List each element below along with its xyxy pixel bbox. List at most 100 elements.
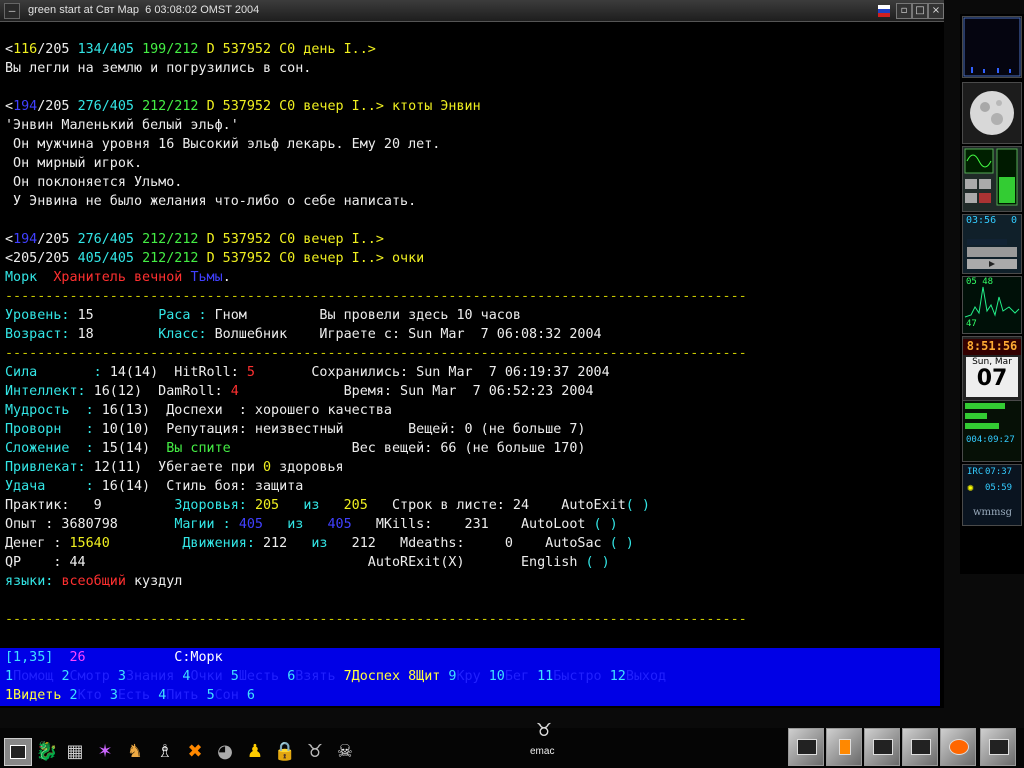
statusbar-text: 26: [53, 650, 86, 665]
terminal-text: D 537952 С0 вечер I..>: [206, 99, 392, 114]
terminal-text: Вы спите: [166, 441, 231, 456]
terminal-text: 134/405: [77, 42, 143, 57]
terminal-text: D 537952 С0 вечер I..>: [206, 251, 392, 266]
terminal-text: ----------------------------------------…: [5, 289, 747, 304]
window-titlebar[interactable]: – green start at Свт Мар 6 03:08:02 OMST…: [0, 0, 944, 22]
statusbar-text: 5: [230, 669, 239, 684]
statusbar-text: Пить: [166, 688, 207, 703]
terminal-line: ----------------------------------------…: [5, 610, 944, 629]
statusbar-text: Кто: [77, 688, 110, 703]
terminal-text: QP : 44 AutoRExit(X) English: [5, 555, 578, 570]
terminal-text: ( ): [625, 498, 650, 513]
terminal-text: Сила :: [5, 365, 110, 380]
terminal-text: ктоты Энвин: [392, 99, 481, 114]
statusbar-text: 3: [117, 669, 126, 684]
desktop-tile-6[interactable]: [980, 728, 1016, 766]
terminal-text: 14(14) HitRoll:: [109, 365, 247, 380]
calculator-icon[interactable]: ▦: [62, 738, 88, 764]
terminal-text: Практик: 9: [5, 498, 175, 513]
terminal-text: 116: [13, 42, 38, 57]
terminal-line: Проворн : 10(10) Репутация: неизвестный …: [5, 420, 944, 439]
terminal-text: Хранитель вечной: [53, 270, 191, 285]
dock-network-monitor[interactable]: 05 48 47: [962, 276, 1022, 334]
keyboard-layout-flag-icon[interactable]: [878, 5, 890, 17]
terminal-line: Привлекат: 12(11) Убегаете при 0 здоровь…: [5, 458, 944, 477]
statusbar-text: [1,35]: [5, 650, 54, 665]
terminal-text: 5: [246, 365, 255, 380]
window-menu-button[interactable]: –: [4, 3, 20, 19]
dock: 03:56 0 05 48 47 8:51:56 Sun, Mar 07 004…: [960, 14, 1024, 574]
terminal-output[interactable]: <116/205 134/405 199/212 D 537952 С0 ден…: [0, 22, 944, 708]
dock-system-monitor[interactable]: 004:09:27: [962, 400, 1022, 462]
taskbar: 🐉 ▦ ✶ ♞ ♗ ✖ ◕ ♟ 🔒 ♉ ☠ ♉ emac: [0, 720, 1024, 768]
terminal-text: 276/405: [77, 232, 143, 247]
terminal-line: <194/205 276/405 212/212 D 537952 С0 веч…: [5, 230, 944, 249]
terminal-text: .: [222, 270, 231, 285]
terminal-text: 205: [254, 498, 280, 513]
statusbar-text: Очки: [190, 669, 231, 684]
statusbar-text: Шесть: [238, 669, 288, 684]
statusbar-text: 9: [440, 669, 457, 684]
statusbar-text: 3: [109, 688, 118, 703]
terminal-text: <: [5, 99, 14, 114]
desktop-tile-4[interactable]: [902, 728, 938, 766]
mud-status-bar: [1,35] 26 С:Морк 1Помощ 2Смотр 3Знания 4О…: [0, 648, 940, 706]
terminal-text: Волшебник Играете с: Sun Mar 7 06:08:32 …: [214, 327, 602, 342]
terminal-line: Денег : 15640 Движения: 212 из 212 Mdeat…: [5, 534, 944, 553]
statusbar-text: Взять: [295, 669, 344, 684]
dock-cd-player[interactable]: 03:56 0: [962, 214, 1022, 274]
terminal-text: 0: [263, 460, 272, 475]
terminal-line: Удача : 16(14) Стиль боя: защита: [5, 477, 944, 496]
irc-time-2: 05:59: [985, 483, 1013, 493]
terminal-text: 405: [327, 517, 352, 532]
dragon-icon[interactable]: 🐉: [34, 738, 60, 764]
terminal-text: D 537952 С0 вечер I..>: [206, 232, 384, 247]
statusbar-text: 10: [488, 669, 505, 684]
window-list-icon[interactable]: [4, 738, 32, 766]
alien-icon[interactable]: ◕: [212, 738, 238, 764]
firefox-icon[interactable]: [940, 728, 976, 766]
star-apps-icon[interactable]: ✶: [92, 738, 118, 764]
tools-icon[interactable]: ✖: [182, 738, 208, 764]
close-button[interactable]: ×: [928, 3, 944, 19]
dock-moon-phase-icon[interactable]: [962, 82, 1022, 144]
terminal-text: ----------------------------------------…: [5, 346, 747, 361]
terminal-text: 15(14): [101, 441, 167, 456]
terminal-text: из: [287, 517, 304, 532]
person-icon[interactable]: ♟: [242, 738, 268, 764]
gnu-icon[interactable]: ♉: [302, 738, 328, 764]
terminal-text: Удача :: [5, 479, 102, 494]
statusbar-text: Смотр: [69, 669, 118, 684]
minimize-button[interactable]: ▫: [896, 3, 912, 19]
users-icon[interactable]: ♗: [152, 738, 178, 764]
irc-time: 07:37: [985, 467, 1013, 477]
dock-app-blank[interactable]: [962, 16, 1022, 78]
skull-icon[interactable]: ☠: [332, 738, 358, 764]
terminal-text: Он мужчина уровня 16 Высокий эльф лекарь…: [5, 137, 441, 152]
terminal-text: Сохранились: Sun Mar 7 06:19:37 2004: [254, 365, 610, 380]
desktop-tile-1[interactable]: [788, 728, 824, 766]
terminal-text: Сложение :: [5, 441, 102, 456]
terminal-line: Он мирный игрок.: [5, 154, 944, 173]
statusbar-text: 1Видеть: [5, 688, 70, 703]
terminal-text: всеобщий: [61, 574, 126, 589]
terminal-line: Морк Хранитель вечной Тьмы.: [5, 268, 944, 287]
maximize-button[interactable]: □: [912, 3, 928, 19]
terminal-line: Сила : 14(14) HitRoll: 5 Сохранились: Su…: [5, 363, 944, 382]
terminal-text: У Энвина не было желания что-либо о себе…: [5, 194, 417, 209]
statusbar-text: Бег: [504, 669, 538, 684]
terminal-text: /205: [37, 99, 78, 114]
dock-wmmsg[interactable]: IRC 07:37 ✺ 05:59 wmmsg: [962, 464, 1022, 526]
statusbar-text: 7Доспех 8Щит: [343, 669, 441, 684]
dock-oscilloscope-icon[interactable]: [962, 146, 1022, 212]
emacs-icon[interactable]: ♉: [532, 720, 556, 744]
gimp-icon[interactable]: ♞: [122, 738, 148, 764]
lock-icon[interactable]: 🔒: [272, 738, 298, 764]
desktop-tile-2[interactable]: [826, 728, 862, 766]
statusbar-text: 12: [609, 669, 626, 684]
terminal-text: 16(12) DamRoll:: [93, 384, 231, 399]
desktop-tile-3[interactable]: [864, 728, 900, 766]
statusbar-line: 1Видеть 2Кто 3Есть 4Пить 5Сон 6: [5, 686, 940, 705]
statusbar-text: 5: [206, 688, 215, 703]
